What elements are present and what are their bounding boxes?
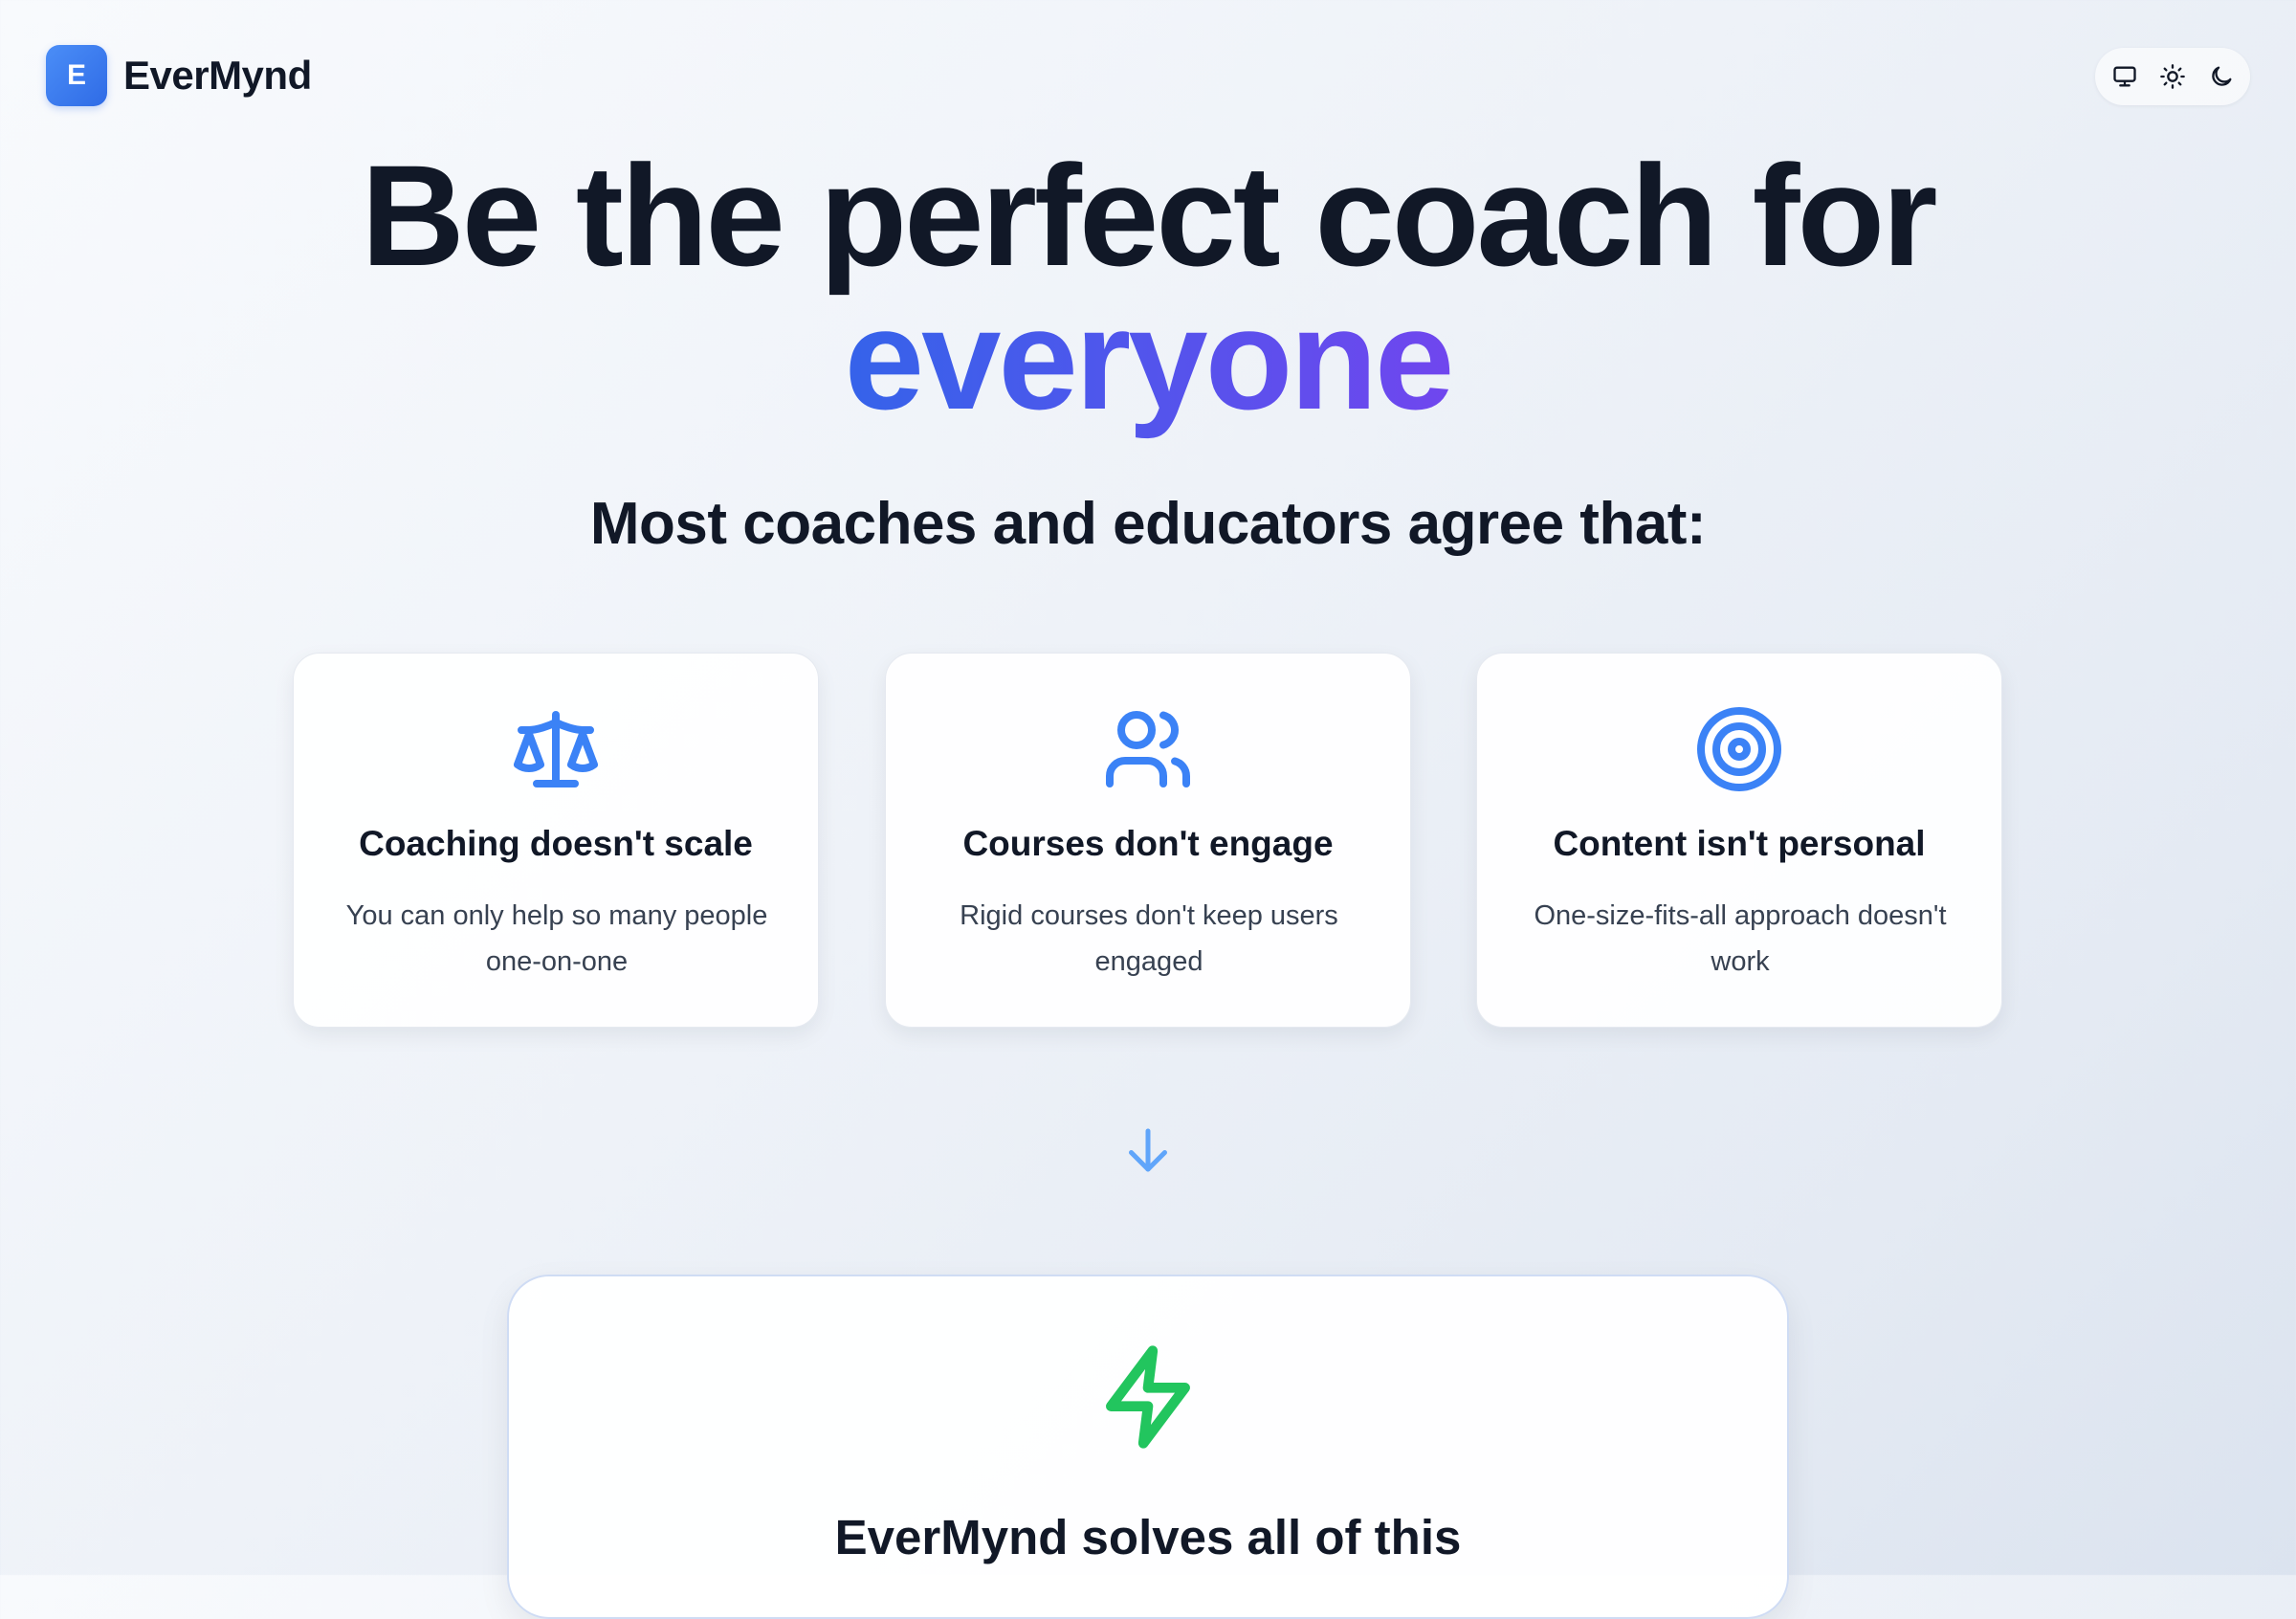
users-icon <box>1106 711 1190 787</box>
light-theme-button[interactable] <box>2153 57 2192 96</box>
system-theme-button[interactable] <box>2106 57 2144 96</box>
solution-card: EverMynd solves all of this <box>507 1275 1789 1619</box>
arrow-down-icon <box>1119 1121 1177 1179</box>
card-description: Rigid courses don't keep users engaged <box>960 900 1338 977</box>
card-description: You can only help so many people one-on-… <box>345 900 768 977</box>
brand-name: EverMynd <box>123 53 312 98</box>
section-subheading: Most coaches and educators agree that: <box>589 491 1707 557</box>
lightning-icon <box>1106 1345 1190 1449</box>
problem-card-courses: Courses don't engage Rigid courses don't… <box>885 653 1411 1028</box>
logo: E <box>46 45 107 106</box>
card-title: Coaching doesn't scale <box>359 824 753 863</box>
card-title: Content isn't personal <box>1553 824 1926 863</box>
moon-icon <box>2211 66 2231 86</box>
monitor-icon <box>2112 66 2136 87</box>
problem-card-content: Content isn't personal One-size-fits-all… <box>1476 653 2002 1028</box>
target-icon <box>1697 707 1781 791</box>
solution-title: EverMynd solves all of this <box>834 1510 1462 1564</box>
brand[interactable]: E EverMynd <box>46 45 312 106</box>
problem-card-coaching: Coaching doesn't scale You can only help… <box>293 653 819 1028</box>
hero-heading: Be the perfect coach for everyone <box>0 144 2296 440</box>
scale-icon <box>514 711 598 787</box>
hero-title-line1: Be the perfect coach for <box>361 135 1937 296</box>
card-description: One-size-fits-all approach doesn't work <box>1534 900 1947 977</box>
theme-toggle <box>2095 48 2250 105</box>
dark-theme-button[interactable] <box>2202 57 2241 96</box>
card-title: Courses don't engage <box>962 824 1334 863</box>
hero-title-highlight: everyone <box>844 278 1455 439</box>
sun-icon <box>2160 64 2185 89</box>
